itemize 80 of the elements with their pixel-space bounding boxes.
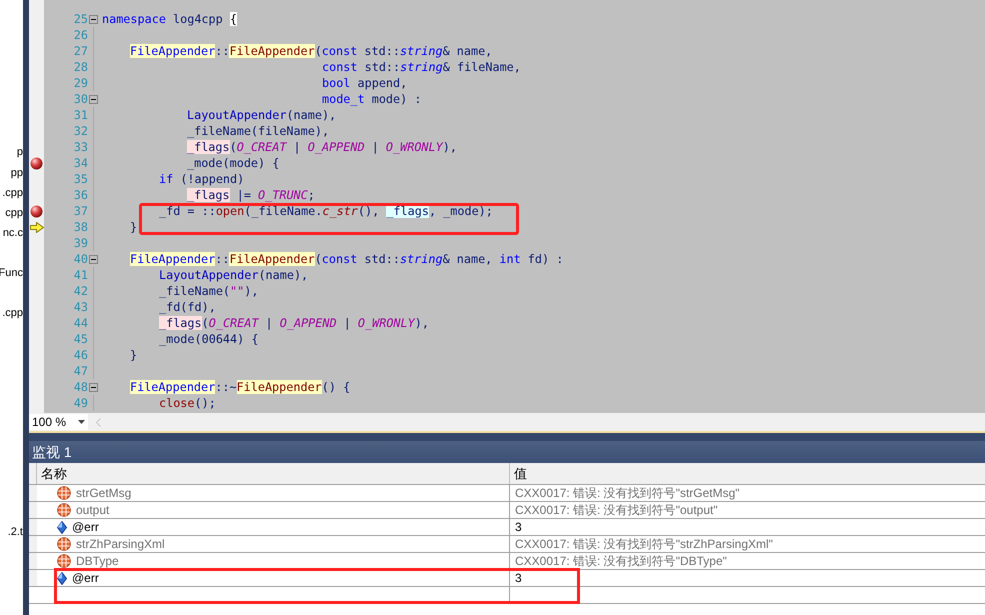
line-number: 34: [72, 155, 88, 171]
line-number: 40: [72, 251, 88, 267]
code-line: FileAppender::FileAppender(const std::string& name,: [130, 43, 492, 59]
line-number: 31: [72, 107, 88, 123]
table-cell-text: @err: [72, 519, 99, 536]
code-line: _fd = ::open(_fileName.c_str(), _flags, _mode);: [159, 203, 493, 219]
breakpoint-margin[interactable]: [29, 0, 44, 413]
line-number: 25: [72, 11, 88, 27]
caret-icon: [78, 420, 85, 424]
code-line: const std::string& fileName,: [322, 59, 521, 75]
code-line: bool append,: [322, 75, 408, 91]
line-number: 38: [72, 219, 88, 235]
collapse-icon[interactable]: [89, 15, 98, 24]
code-line: _fd(fd),: [159, 299, 216, 315]
breakpoint-icon[interactable]: [30, 204, 43, 218]
table-cell-text: 3: [515, 570, 522, 587]
collapse-icon[interactable]: [89, 255, 98, 264]
table-cell-text: output: [76, 502, 110, 519]
line-number: 36: [72, 187, 88, 203]
line-number: 43: [72, 299, 88, 315]
code-line: close();: [159, 395, 216, 411]
line-number: 33: [72, 139, 88, 155]
code-line: }: [130, 219, 138, 235]
code-line: LayoutAppender(name),: [159, 267, 308, 283]
table-cell-text: CXX0017: 错误: 没有找到符号"strGetMsg": [515, 485, 740, 502]
column-header[interactable]: 名称: [41, 464, 67, 484]
breakpoint-icon[interactable]: [30, 156, 43, 170]
code-line: }: [130, 347, 138, 363]
line-number: 39: [72, 235, 88, 251]
code-line: _fileName(""),: [159, 283, 258, 299]
line-number: 35: [72, 171, 88, 187]
table-cell-text: CXX0017: 错误: 没有找到符号"strZhParsingXml": [515, 536, 773, 553]
line-number: 26: [72, 27, 88, 43]
file-item[interactable]: p: [16, 143, 23, 161]
line-number: 49: [72, 395, 88, 411]
line-number: 28: [72, 59, 88, 75]
line-number: 37: [72, 203, 88, 219]
table-cell-text: @err: [72, 570, 99, 587]
line-number: 45: [72, 331, 88, 347]
file-item[interactable]: pp: [10, 164, 23, 182]
file-item[interactable]: .cpp: [2, 184, 23, 202]
line-number: 29: [72, 75, 88, 91]
code-line: _flags |= O_TRUNC;: [187, 187, 315, 203]
file-item[interactable]: .2.t: [8, 523, 23, 541]
code-line: namespace log4cpp {: [102, 11, 237, 27]
line-number: 42: [72, 283, 88, 299]
table-cell-text: 3: [515, 519, 522, 536]
file-item[interactable]: .cpp: [2, 304, 23, 322]
line-number: 41: [72, 267, 88, 283]
table-cell-text: CXX0017: 错误: 没有找到符号"output": [515, 502, 718, 519]
code-line: _fileName(fileName),: [187, 123, 330, 139]
code-line: FileAppender::FileAppender(const std::string& name, int fd) :: [130, 251, 564, 267]
code-line: mode_t mode) :: [322, 91, 422, 107]
file-item[interactable]: nc.c: [2, 224, 23, 242]
line-number: 46: [72, 347, 88, 363]
splitter[interactable]: [29, 431, 985, 441]
code-line: _flags(O_CREAT | O_APPEND | O_WRONLY),: [159, 315, 429, 331]
table-cell-text: strZhParsingXml: [76, 536, 165, 553]
code-line: LayoutAppender(name),: [187, 107, 336, 123]
table-cell-text: DBType: [76, 553, 119, 570]
line-number: 30: [72, 91, 88, 107]
table-cell-text: CXX0017: 错误: 没有找到符号"DBType": [515, 553, 727, 570]
line-number: 48: [72, 379, 88, 395]
empty-row[interactable]: [29, 587, 985, 604]
collapse-icon[interactable]: [89, 95, 98, 104]
file-item[interactable]: cpp: [5, 204, 23, 222]
code-line: _mode(mode) {: [187, 155, 280, 171]
zoom-dropdown[interactable]: 100 %: [29, 414, 88, 430]
collapse-icon[interactable]: [89, 383, 98, 392]
code-line: FileAppender::~FileAppender() {: [130, 379, 350, 395]
line-number: 27: [72, 43, 88, 59]
code-line: _mode(00644) {: [159, 331, 258, 347]
line-number: 47: [72, 363, 88, 379]
table-cell-text: strGetMsg: [76, 485, 132, 502]
code-line: if (!append): [159, 171, 244, 187]
column-header[interactable]: 值: [514, 464, 527, 484]
line-number: 32: [72, 123, 88, 139]
line-number: 44: [72, 315, 88, 331]
panel-title: 监视 1: [32, 442, 72, 462]
code-line: _flags(O_CREAT | O_APPEND | O_WRONLY),: [187, 139, 457, 155]
